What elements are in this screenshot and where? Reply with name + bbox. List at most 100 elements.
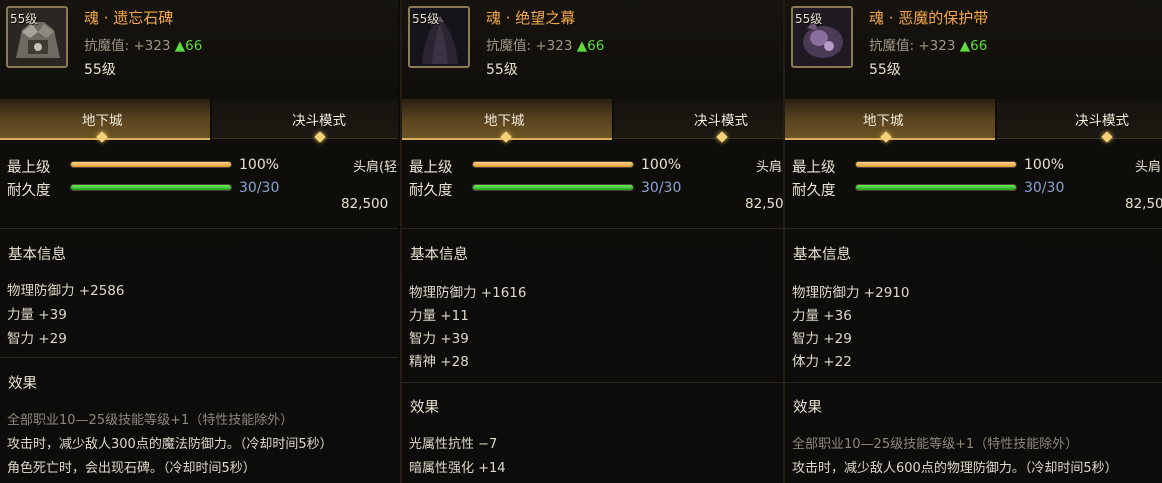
diamond-marker-icon xyxy=(716,131,728,143)
divider xyxy=(785,228,1162,229)
item-icon-frame[interactable]: 55级 xyxy=(791,6,853,68)
tooltip-header: 55级 魂 · 恶魔的保护带 抗魔值: +323 ▲66 55级 xyxy=(785,0,1162,86)
grade-label: 最上级 xyxy=(409,160,453,176)
item-tooltip-panel-1: 55级 魂 · 遗忘石碑 抗魔值: +323 ▲66 55级 地下城 决斗模式 … xyxy=(0,0,398,483)
diamond-marker-icon xyxy=(96,131,108,143)
effect-line: 攻击时，减少敌人600点的物理防御力。（冷却时间5秒） xyxy=(792,461,1118,476)
durability-value: 30/30 xyxy=(1024,180,1065,196)
durability-value: 30/30 xyxy=(641,180,682,196)
effect-line: 光属性抗性 −7 xyxy=(409,437,498,452)
item-tooltip-panel-2: 55级 魂 · 绝望之幕 抗魔值: +323 ▲66 55级 地下城 决斗模式 … xyxy=(400,0,785,483)
effect-title: 效果 xyxy=(793,400,822,416)
diamond-marker-icon xyxy=(500,131,512,143)
attr-line: 智力 +39 xyxy=(409,331,469,347)
durability-bar xyxy=(70,184,232,191)
basic-info-title: 基本信息 xyxy=(410,247,468,263)
grade-bar xyxy=(855,161,1017,168)
equip-slot-label: 头肩(轻 xyxy=(353,160,398,175)
item-price: 82,50 xyxy=(745,196,784,212)
tooltip-header: 55级 魂 · 遗忘石碑 抗魔值: +323 ▲66 55级 xyxy=(0,0,398,86)
tab-duel-label: 决斗模式 xyxy=(694,113,748,129)
diamond-marker-icon xyxy=(880,131,892,143)
divider xyxy=(402,382,785,383)
tab-dungeon[interactable]: 地下城 xyxy=(0,99,210,143)
durability-bar xyxy=(472,184,634,191)
magic-resist-value: 抗魔值: +323 xyxy=(84,38,171,54)
tab-duel[interactable]: 决斗模式 xyxy=(997,99,1162,143)
magic-resist-increase: ▲66 xyxy=(576,38,605,54)
equip-slot-label: 头肩 xyxy=(1135,160,1162,175)
item-name: 魂 · 恶魔的保护带 xyxy=(869,9,989,27)
tab-dungeon-label: 地下城 xyxy=(484,113,525,129)
attr-line: 力量 +39 xyxy=(7,307,67,323)
grade-label: 最上级 xyxy=(792,160,836,176)
grade-label: 最上级 xyxy=(7,160,51,176)
tab-dungeon[interactable]: 地下城 xyxy=(402,99,612,143)
tab-duel[interactable]: 决斗模式 xyxy=(614,99,785,143)
item-price: 82,500 xyxy=(341,196,389,212)
divider xyxy=(0,357,398,358)
item-name: 魂 · 绝望之幕 xyxy=(486,9,576,27)
tab-duel-label: 决斗模式 xyxy=(292,113,346,129)
mode-tabs: 地下城 决斗模式 xyxy=(0,99,398,143)
item-price: 82,50 xyxy=(1125,196,1162,212)
effect-line: 暗属性强化 +14 xyxy=(409,461,506,476)
attr-line: 物理防御力 +1616 xyxy=(409,285,527,301)
attr-line: 力量 +36 xyxy=(792,308,852,324)
attr-line: 智力 +29 xyxy=(7,331,67,347)
attr-line: 力量 +11 xyxy=(409,308,469,324)
grade-value: 100% xyxy=(239,157,280,173)
effect-title: 效果 xyxy=(8,376,37,392)
tab-dungeon[interactable]: 地下城 xyxy=(785,99,995,143)
magic-resist-line: 抗魔值: +323 ▲66 xyxy=(486,34,604,54)
durability-value: 30/30 xyxy=(239,180,280,196)
item-level-text: 55级 xyxy=(869,62,901,78)
divider xyxy=(0,228,398,229)
magic-resist-value: 抗魔值: +323 xyxy=(869,38,956,54)
magic-resist-line: 抗魔值: +323 ▲66 xyxy=(84,34,202,54)
effect-title: 效果 xyxy=(410,400,439,416)
item-name: 魂 · 遗忘石碑 xyxy=(84,9,174,27)
magic-resist-line: 抗魔值: +323 ▲66 xyxy=(869,34,987,54)
grade-bar xyxy=(70,161,232,168)
attr-line: 体力 +22 xyxy=(792,354,852,370)
mode-tabs: 地下城 决斗模式 xyxy=(785,99,1162,143)
attr-line: 精神 +28 xyxy=(409,354,469,370)
attr-line: 物理防御力 +2910 xyxy=(792,285,910,301)
item-level-text: 55级 xyxy=(84,62,116,78)
durability-label: 耐久度 xyxy=(409,183,453,199)
basic-info-title: 基本信息 xyxy=(793,247,851,263)
tab-duel-label: 决斗模式 xyxy=(1075,113,1129,129)
mode-tabs: 地下城 决斗模式 xyxy=(402,99,785,143)
grade-value: 100% xyxy=(641,157,682,173)
tooltip-header: 55级 魂 · 绝望之幕 抗魔值: +323 ▲66 55级 xyxy=(402,0,785,86)
basic-info-title: 基本信息 xyxy=(8,247,66,263)
item-icon-frame[interactable]: 55级 xyxy=(6,6,68,68)
magic-resist-value: 抗魔值: +323 xyxy=(486,38,573,54)
effect-line: 攻击时，减少敌人300点的魔法防御力。（冷却时间5秒） xyxy=(7,437,333,452)
item-level-text: 55级 xyxy=(486,62,518,78)
item-level-badge: 55级 xyxy=(795,12,823,26)
magic-resist-increase: ▲66 xyxy=(174,38,203,54)
tab-dungeon-label: 地下城 xyxy=(82,113,123,129)
diamond-marker-icon xyxy=(314,131,326,143)
durability-label: 耐久度 xyxy=(7,183,51,199)
tab-duel[interactable]: 决斗模式 xyxy=(212,99,398,143)
grade-bar xyxy=(472,161,634,168)
item-icon-frame[interactable]: 55级 xyxy=(408,6,470,68)
attr-line: 智力 +29 xyxy=(792,331,852,347)
item-tooltip-panel-3: 55级 魂 · 恶魔的保护带 抗魔值: +323 ▲66 55级 地下城 决斗模… xyxy=(783,0,1162,483)
item-level-badge: 55级 xyxy=(412,12,440,26)
attr-line: 物理防御力 +2586 xyxy=(7,283,125,299)
tab-dungeon-label: 地下城 xyxy=(863,113,904,129)
equip-slot-label: 头肩 xyxy=(756,160,783,175)
effect-line: 全部职业10—25级技能等级+1（特性技能除外） xyxy=(792,437,1079,452)
grade-value: 100% xyxy=(1024,157,1065,173)
diamond-marker-icon xyxy=(1101,131,1113,143)
effect-line: 全部职业10—25级技能等级+1（特性技能除外） xyxy=(7,413,294,428)
durability-bar xyxy=(855,184,1017,191)
divider xyxy=(785,382,1162,383)
item-level-badge: 55级 xyxy=(10,12,38,26)
divider xyxy=(402,228,785,229)
effect-line: 角色死亡时，会出现石碑。（冷却时间5秒） xyxy=(7,461,256,476)
